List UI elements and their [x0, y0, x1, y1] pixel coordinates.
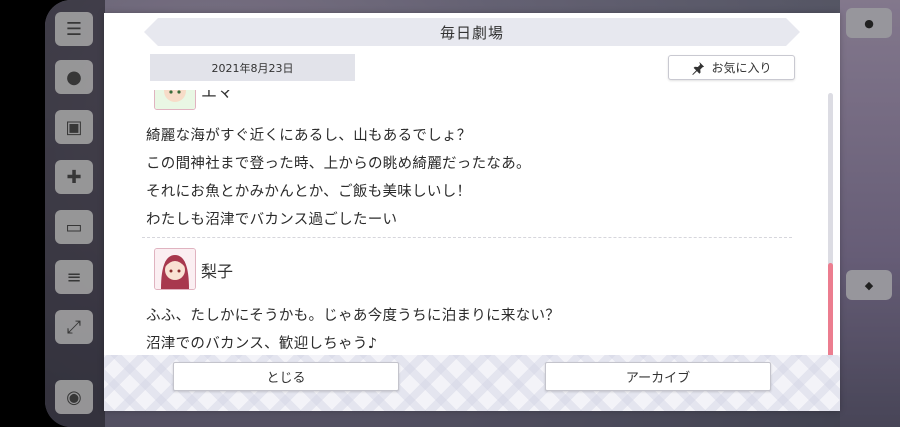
dialogue-line: ふふ、たしかにそうかも。じゃあ今度うちに泊まりに来ない？ [146, 308, 561, 324]
daily-theater-modal: 毎日劇場 2021年8月23日 お気に入り エマ 綺麗な海がすぐ近くにあるし、山… [104, 13, 840, 411]
modal-title: 毎日劇場 [439, 23, 504, 42]
archive-button[interactable]: アーカイブ [545, 362, 771, 391]
speaker-row: 梨子 [142, 248, 796, 292]
dialogue-line: 沼津でのバカンス、歓迎しちゃう♪ [146, 336, 378, 352]
dialogue-line: わたしも沼津でバカンス過ごしたーい [146, 212, 398, 228]
speaker-name: エマ [201, 90, 234, 101]
close-button[interactable]: とじる [173, 362, 399, 391]
riko-avatar-icon [154, 248, 196, 290]
scrollbar[interactable] [828, 93, 833, 367]
modal-footer: とじる アーカイブ [104, 355, 840, 411]
modal-header: 毎日劇場 [144, 18, 800, 46]
speaker-name: 梨子 [201, 262, 234, 281]
speaker-row: エマ [142, 90, 796, 112]
dialogue-scroll-area[interactable]: エマ 綺麗な海がすぐ近くにあるし、山もあるでしょ？ この間神社まで登った時、上か… [142, 90, 796, 358]
dialogue-line: この間神社まで登った時、上からの眺め綺麗だったなあ。 [146, 156, 531, 172]
pin-icon [692, 61, 705, 75]
date-label: 2021年8月23日 [150, 54, 355, 81]
favorite-button-label: お気に入り [711, 61, 772, 75]
dialogue-line: 綺麗な海がすぐ近くにあるし、山もあるでしょ？ [146, 128, 472, 144]
dialogue-line: それにお魚とかみかんとか、ご飯も美味しいし！ [146, 184, 472, 200]
favorite-button[interactable]: お気に入り [668, 55, 795, 80]
scrollbar-thumb[interactable] [828, 263, 833, 367]
emma-avatar-icon [154, 90, 196, 110]
entry-divider [142, 237, 792, 238]
